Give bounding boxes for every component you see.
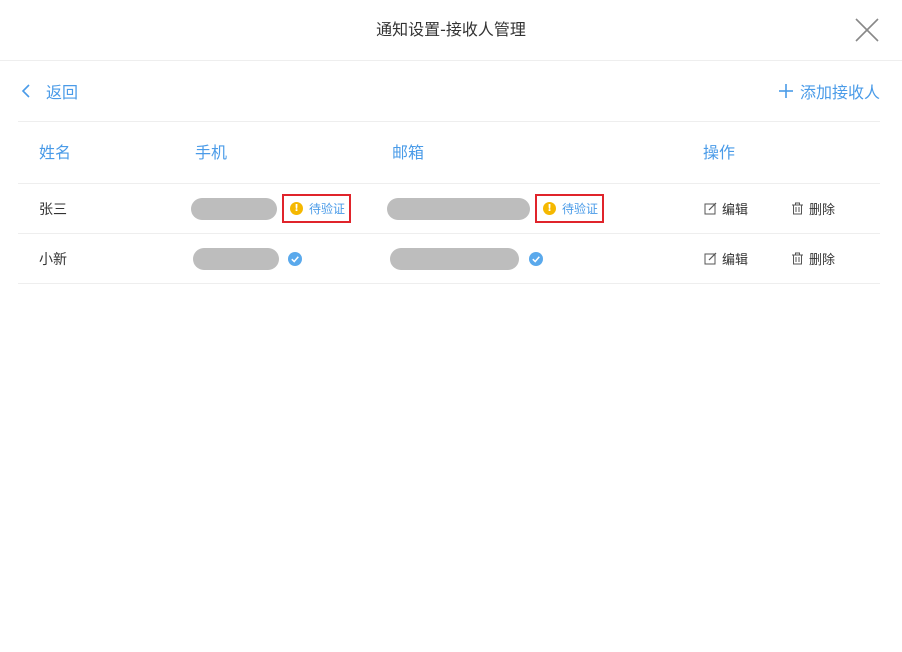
trash-icon [792, 252, 803, 265]
email-cell: ! 待验证 [387, 184, 605, 233]
phone-cell: ! 待验证 [191, 184, 352, 233]
email-pending-badge[interactable]: ! 待验证 [535, 194, 605, 223]
edit-label: 编辑 [722, 203, 749, 218]
actions-cell: 编辑 [704, 184, 748, 233]
delete-label: 删除 [809, 253, 836, 268]
delete-button[interactable]: 删除 [791, 199, 835, 218]
edit-label: 编辑 [722, 253, 749, 268]
recipient-table: 姓名 手机 邮箱 操作 张三 ! 待验证 ! 待验证 编辑 删除 小新 编辑 删… [18, 122, 880, 284]
warning-icon: ! [290, 202, 303, 215]
check-circle-icon [288, 251, 302, 266]
masked-phone [191, 197, 277, 220]
edit-button[interactable]: 编辑 [704, 199, 748, 218]
table-row: 张三 ! 待验证 ! 待验证 编辑 删除 [18, 184, 880, 234]
header-email: 邮箱 [392, 143, 425, 162]
table-header: 姓名 手机 邮箱 操作 [18, 122, 880, 184]
masked-email [387, 197, 530, 220]
actions-cell: 编辑 [704, 234, 748, 283]
phone-pending-badge[interactable]: ! 待验证 [282, 194, 352, 223]
table-row: 小新 编辑 删除 [18, 234, 880, 284]
toolbar: 返回 添加接收人 [18, 60, 880, 122]
phone-cell [193, 234, 302, 283]
row-name: 小新 [39, 251, 67, 268]
delete-button[interactable]: 删除 [791, 249, 835, 268]
delete-cell: 删除 [791, 184, 835, 233]
close-icon [855, 18, 879, 42]
delete-label: 删除 [809, 203, 836, 218]
dialog-title: 通知设置-接收人管理 [376, 20, 526, 39]
close-button[interactable] [854, 17, 880, 43]
chevron-left-icon [21, 84, 30, 98]
check-circle-icon [529, 251, 543, 266]
masked-email [390, 247, 519, 270]
dialog-header: 通知设置-接收人管理 [0, 0, 902, 61]
edit-button[interactable]: 编辑 [704, 249, 748, 268]
plus-icon [778, 84, 793, 98]
back-label: 返回 [46, 83, 79, 102]
edit-icon [704, 252, 717, 265]
delete-cell: 删除 [791, 234, 835, 283]
warning-icon: ! [543, 202, 556, 215]
email-cell [390, 234, 543, 283]
back-button[interactable]: 返回 [20, 80, 78, 102]
add-recipient-label: 添加接收人 [799, 83, 880, 102]
add-recipient-button[interactable]: 添加接收人 [778, 80, 880, 102]
header-actions: 操作 [703, 143, 736, 162]
header-phone: 手机 [195, 143, 228, 162]
phone-status-label: 待验证 [309, 202, 346, 216]
row-name: 张三 [39, 201, 67, 218]
masked-phone [193, 247, 279, 270]
email-status-label: 待验证 [562, 202, 599, 216]
trash-icon [792, 202, 803, 215]
header-name: 姓名 [39, 143, 72, 162]
edit-icon [704, 202, 717, 215]
